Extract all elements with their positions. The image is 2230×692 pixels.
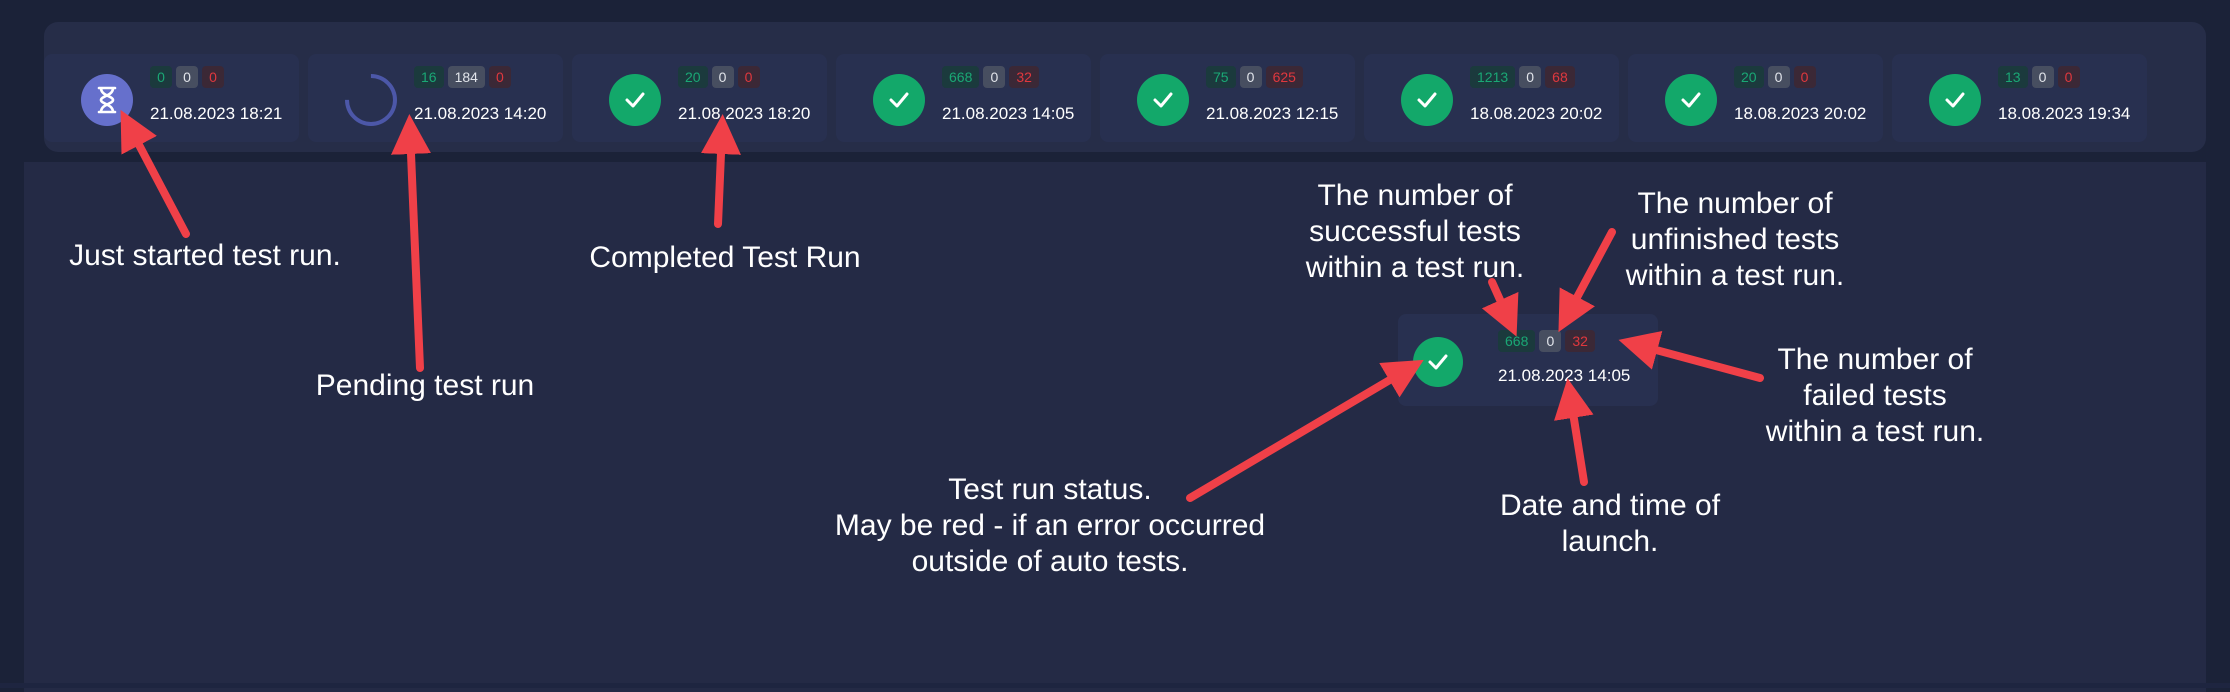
arrow-to-success-badge (1481, 278, 1519, 337)
arrow-to-pending-run (391, 114, 431, 372)
arrow-to-failed-badge (1618, 330, 1764, 382)
arrow-to-unfinished-badge (1558, 228, 1616, 333)
arrow-to-completed-run (700, 114, 741, 228)
annotation-arrows (120, 109, 1764, 502)
bottom-divider (0, 683, 2230, 688)
arrow-to-status-icon (1186, 359, 1424, 502)
arrow-to-date (1554, 378, 1594, 486)
arrow-to-started-run (120, 109, 190, 238)
